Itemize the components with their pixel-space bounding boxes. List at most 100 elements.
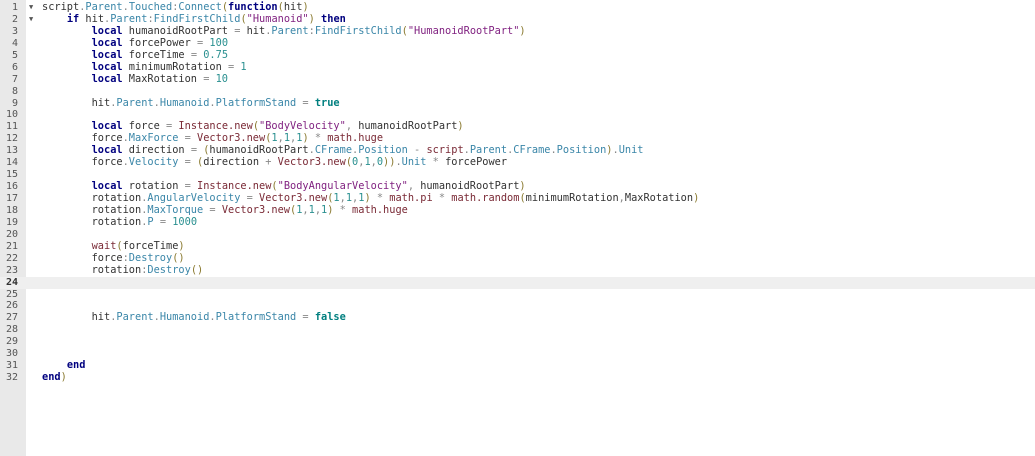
code-token: FindFirstChild [314, 24, 402, 37]
code-token: force [42, 156, 123, 169]
code-token: Instance.new [178, 120, 253, 133]
line-number: 4 [11, 37, 18, 49]
code-line[interactable]: 24 [0, 276, 1035, 289]
code-token: () [172, 251, 185, 264]
code-token: PlatformStand [215, 311, 297, 324]
line-number: 6 [11, 61, 18, 73]
code-token: ) [457, 120, 464, 133]
line-number: 18 [5, 204, 18, 216]
line-number: 9 [11, 97, 18, 109]
code-token: local [91, 180, 123, 193]
code-token: ) [693, 192, 700, 204]
code-editor[interactable]: 1 ▼ script.Parent.Touched:Connect(function… [0, 1, 1035, 384]
collapse-icon[interactable]: ▼ [29, 2, 33, 14]
code-token: local [91, 24, 123, 37]
code-token: "BodyAngularVelocity" [277, 180, 408, 193]
code-text: rotation.P = 1000 [42, 216, 197, 229]
code-token: Parent [469, 144, 508, 157]
code-token: force [42, 251, 123, 264]
code-token: true [314, 96, 340, 109]
code-text: hit.Parent.Humanoid.PlatformStand = true [42, 96, 340, 110]
line-number: 31 [5, 360, 18, 372]
code-token: end [42, 371, 61, 384]
code-token: rotation [42, 203, 142, 216]
code-token: "BodyVelocity" [259, 120, 346, 133]
code-line[interactable]: 9 hit.Parent.Humanoid.PlatformStand = tr… [0, 96, 1035, 110]
code-token: MaxTorque [147, 203, 204, 216]
code-line[interactable]: 30 [0, 348, 1035, 360]
code-token: 10 [215, 72, 229, 85]
code-token: ) [519, 180, 526, 193]
code-token: rotation [42, 263, 142, 276]
line-number: 24 [5, 276, 18, 288]
line-number: 23 [5, 264, 18, 276]
code-token: rotation [42, 192, 142, 204]
code-token: 100 [209, 36, 229, 49]
code-token: humanoidRootPart [352, 120, 458, 133]
code-token: forcePower [122, 36, 198, 49]
line-number: 21 [5, 240, 18, 252]
code-line[interactable]: 7 local MaxRotation = 10 [0, 72, 1035, 86]
code-token: forceTime [122, 48, 191, 61]
code-token: Vector3.new [197, 132, 266, 145]
code-token: FindFirstChild [153, 12, 241, 25]
line-number: 2 [11, 13, 18, 25]
code-token: hit [42, 311, 111, 324]
line-number: 20 [5, 228, 18, 240]
code-text: hit.Parent.Humanoid.PlatformStand = fals… [42, 311, 346, 324]
line-number: 10 [5, 109, 18, 121]
line-number: 29 [5, 336, 18, 348]
code-line[interactable]: 25 [0, 289, 1035, 301]
code-text: rotation:Destroy() [42, 263, 204, 277]
code-token: Position [358, 144, 408, 157]
code-token: Velocity [128, 156, 179, 169]
code-token: Vector3.new [259, 192, 328, 204]
code-token: rotation [122, 180, 185, 193]
code-line[interactable]: 28 [0, 324, 1035, 336]
code-token: force [122, 120, 167, 133]
code-line[interactable]: 23 rotation:Destroy() [0, 263, 1035, 277]
code-token: Destroy [147, 263, 191, 276]
collapse-icon[interactable]: ▼ [29, 14, 33, 26]
code-token: CFrame [314, 144, 353, 157]
code-token: false [314, 311, 346, 324]
code-token: math.huge [327, 132, 384, 145]
code-token: MaxForce [128, 132, 179, 145]
code-token: Humanoid [159, 311, 210, 324]
code-token: local [91, 120, 123, 133]
code-token: Touched [128, 1, 173, 13]
code-line[interactable]: 14 force.Velocity = (direction + Vector3… [0, 156, 1035, 169]
code-text: end) [42, 371, 67, 384]
code-token: Unit [618, 144, 644, 157]
line-number: 19 [5, 216, 18, 228]
code-token: Humanoid [159, 96, 210, 109]
line-number: 22 [5, 252, 18, 264]
code-token: local [91, 48, 123, 61]
code-token: Vector3.new [277, 156, 346, 169]
code-line[interactable]: 32 end) [0, 371, 1035, 384]
line-number: 8 [11, 85, 18, 97]
code-token: Position [556, 144, 607, 157]
code-line[interactable]: 31 end [0, 359, 1035, 372]
code-token: forcePower [438, 156, 508, 169]
code-token: ) [519, 24, 526, 37]
code-line[interactable]: 19 rotation.P = 1000 [0, 216, 1035, 229]
code-line[interactable]: 27 hit.Parent.Humanoid.PlatformStand = f… [0, 311, 1035, 324]
code-token: if [66, 12, 80, 25]
line-number: 25 [5, 288, 18, 300]
code-token: then [321, 12, 346, 25]
code-token: MaxRotation [122, 72, 204, 85]
code-token: Parent [271, 24, 309, 37]
code-token: local [91, 36, 123, 49]
code-token: 1 [240, 60, 247, 73]
line-number: 15 [5, 169, 18, 181]
code-line[interactable]: 29 [0, 336, 1035, 348]
code-token: script [42, 1, 80, 13]
line-number: 5 [11, 49, 18, 61]
